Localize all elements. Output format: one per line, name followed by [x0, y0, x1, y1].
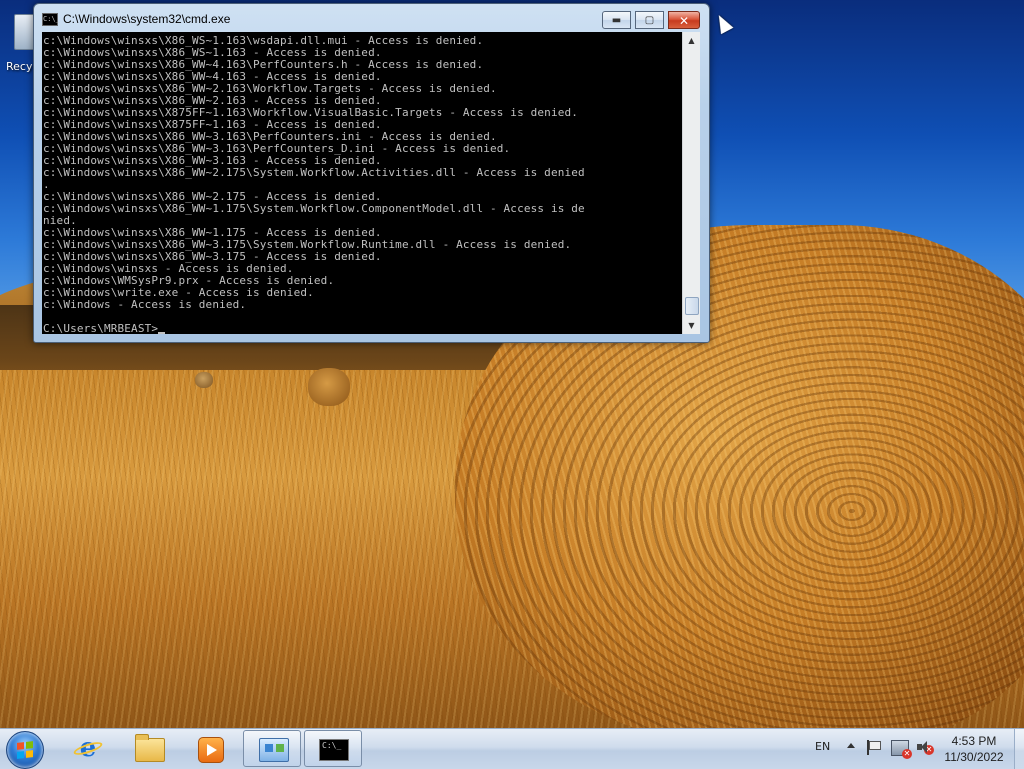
folder-icon — [135, 734, 165, 762]
cmd-icon: C:\_ — [319, 739, 349, 761]
cmd-window[interactable]: C:\_ C:\Windows\system32\cmd.exe ▬ ▢ ✕ c… — [33, 3, 734, 343]
action-center-flag-icon[interactable] — [866, 740, 881, 755]
window-title: C:\Windows\system32\cmd.exe — [63, 12, 231, 26]
clock-date: 11/30/2022 — [944, 750, 1004, 764]
console-line: c:\Windows\winsxs\X86_WW~4.163 - Access … — [43, 71, 382, 83]
minimize-button[interactable]: ▬ — [602, 11, 631, 29]
wallpaper-hay-bale-far — [195, 372, 213, 388]
console-line: c:\Windows\winsxs\X86_WW~3.175 - Access … — [43, 251, 382, 263]
console-line: c:\Windows\winsxs\X86_WS~1.163 - Access … — [43, 47, 382, 59]
taskbar-internet-explorer[interactable]: e — [59, 730, 117, 767]
scroll-down-arrow-icon[interactable]: ▼ — [683, 317, 700, 334]
windows-logo-icon — [17, 741, 33, 759]
clock[interactable]: 4:53 PM 11/30/2022 — [938, 733, 1010, 765]
taskbar-command-prompt[interactable]: C:\_ — [304, 730, 362, 767]
start-button[interactable] — [6, 731, 44, 769]
console-line: c:\Windows\winsxs\X86_WW~3.163\PerfCount… — [43, 143, 511, 155]
wallpaper-hay-bale-mid — [308, 368, 350, 406]
scroll-thumb[interactable] — [685, 297, 699, 315]
console-line: c:\Windows\winsxs\X86_WW~3.163 - Access … — [43, 155, 382, 167]
console-line: . — [43, 179, 50, 191]
console-line: c:\Windows\WMSysPr9.prx - Access is deni… — [43, 275, 335, 287]
volume-icon[interactable]: ✕ — [916, 740, 934, 755]
taskbar: e C:\_ EN ✕ ✕ 4:53 PM 11/30/2022 — [0, 728, 1024, 769]
cmd-app-icon[interactable]: C:\_ — [42, 13, 60, 26]
taskbar-control-panel[interactable] — [243, 730, 301, 767]
show-hidden-icons-icon[interactable] — [847, 743, 855, 748]
console-line: c:\Windows\winsxs\X875FF~1.163\Workflow.… — [43, 107, 579, 119]
console-line: c:\Windows\winsxs\X86_WW~3.175\System.Wo… — [43, 239, 572, 251]
console-line: c:\Windows\winsxs\X86_WW~4.163\PerfCount… — [43, 59, 484, 71]
console-line: c:\Windows\winsxs\X86_WW~2.163\Workflow.… — [43, 83, 497, 95]
console-line: c:\Windows\write.exe - Access is denied. — [43, 287, 314, 299]
console-line: c:\Windows\winsxs\X86_WW~2.175\System.Wo… — [43, 167, 585, 179]
network-error-icon: ✕ — [902, 749, 912, 759]
close-button[interactable]: ✕ — [668, 11, 700, 29]
console-line: c:\Windows\winsxs\X875FF~1.163 - Access … — [43, 119, 382, 131]
clock-time: 4:53 PM — [951, 734, 997, 748]
control-panel-icon — [259, 738, 289, 762]
scroll-up-arrow-icon[interactable]: ▲ — [683, 32, 700, 49]
console-line: c:\Windows\winsxs\X86_WS~1.163\wsdapi.dl… — [43, 35, 484, 47]
console-line: nied. — [43, 215, 77, 227]
console-output[interactable]: c:\Windows\winsxs\X86_WS~1.163\wsdapi.dl… — [42, 32, 682, 334]
recycle-bin-shortcut[interactable]: Recy — [0, 8, 38, 76]
console-line: c:\Windows\winsxs - Access is denied. — [43, 263, 294, 275]
network-icon[interactable]: ✕ — [891, 740, 912, 759]
volume-error-icon: ✕ — [924, 745, 934, 755]
text-cursor-icon — [158, 332, 166, 334]
console-line: c:\Windows - Access is denied. — [43, 299, 247, 311]
console-line: c:\Windows\winsxs\X86_WW~2.175 - Access … — [43, 191, 382, 203]
language-indicator[interactable]: EN — [815, 740, 830, 753]
console-line: c:\Windows\winsxs\X86_WW~3.163\PerfCount… — [43, 131, 497, 143]
console-prompt: C:\Users\MRBEAST> — [43, 323, 159, 334]
taskbar-media-player[interactable] — [181, 730, 239, 767]
recycle-bin-label: Recy — [6, 60, 33, 73]
media-player-icon — [198, 737, 224, 763]
window-titlebar[interactable]: C:\_ C:\Windows\system32\cmd.exe ▬ ▢ ✕ — [34, 4, 709, 32]
show-desktop-button[interactable] — [1014, 729, 1024, 769]
console-line: c:\Windows\winsxs\X86_WW~1.175\System.Wo… — [43, 203, 585, 215]
console-line: c:\Windows\winsxs\X86_WW~2.163 - Access … — [43, 95, 382, 107]
taskbar-windows-explorer[interactable] — [120, 730, 178, 767]
console-lines: c:\Windows\winsxs\X86_WS~1.163\wsdapi.dl… — [43, 35, 682, 334]
maximize-button[interactable]: ▢ — [635, 11, 664, 29]
vertical-scrollbar[interactable]: ▲ ▼ — [682, 32, 700, 334]
console-prompt-line[interactable]: C:\Users\MRBEAST> — [43, 323, 682, 334]
internet-explorer-icon: e — [72, 735, 104, 761]
console-line: c:\Windows\winsxs\X86_WW~1.175 - Access … — [43, 227, 382, 239]
